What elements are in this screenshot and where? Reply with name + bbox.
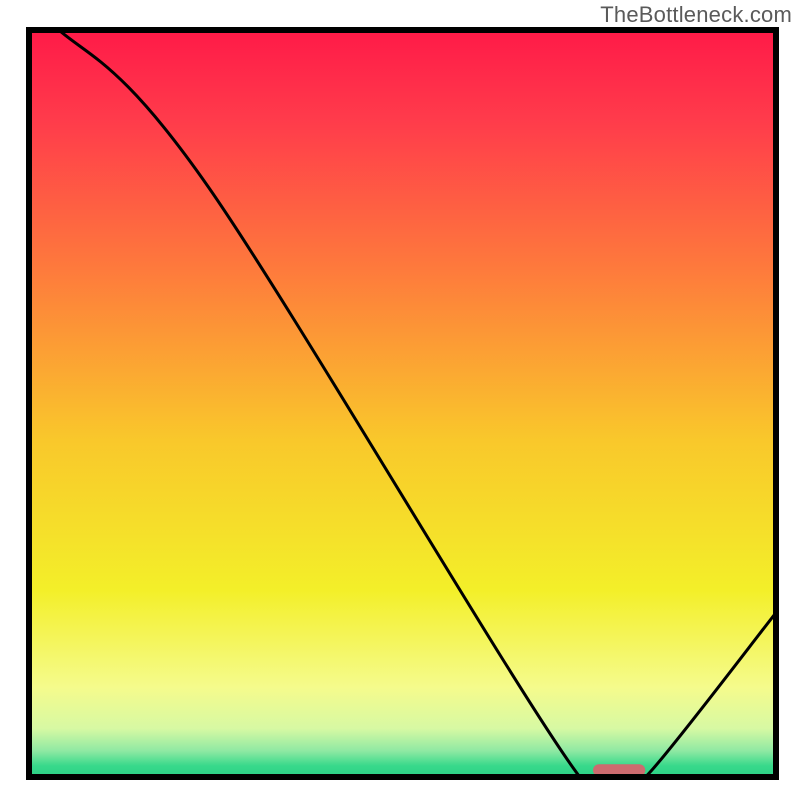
plot-background [29,30,776,777]
watermark-text: TheBottleneck.com [600,2,792,28]
chart-container: TheBottleneck.com [0,0,800,800]
bottleneck-chart [0,0,800,800]
